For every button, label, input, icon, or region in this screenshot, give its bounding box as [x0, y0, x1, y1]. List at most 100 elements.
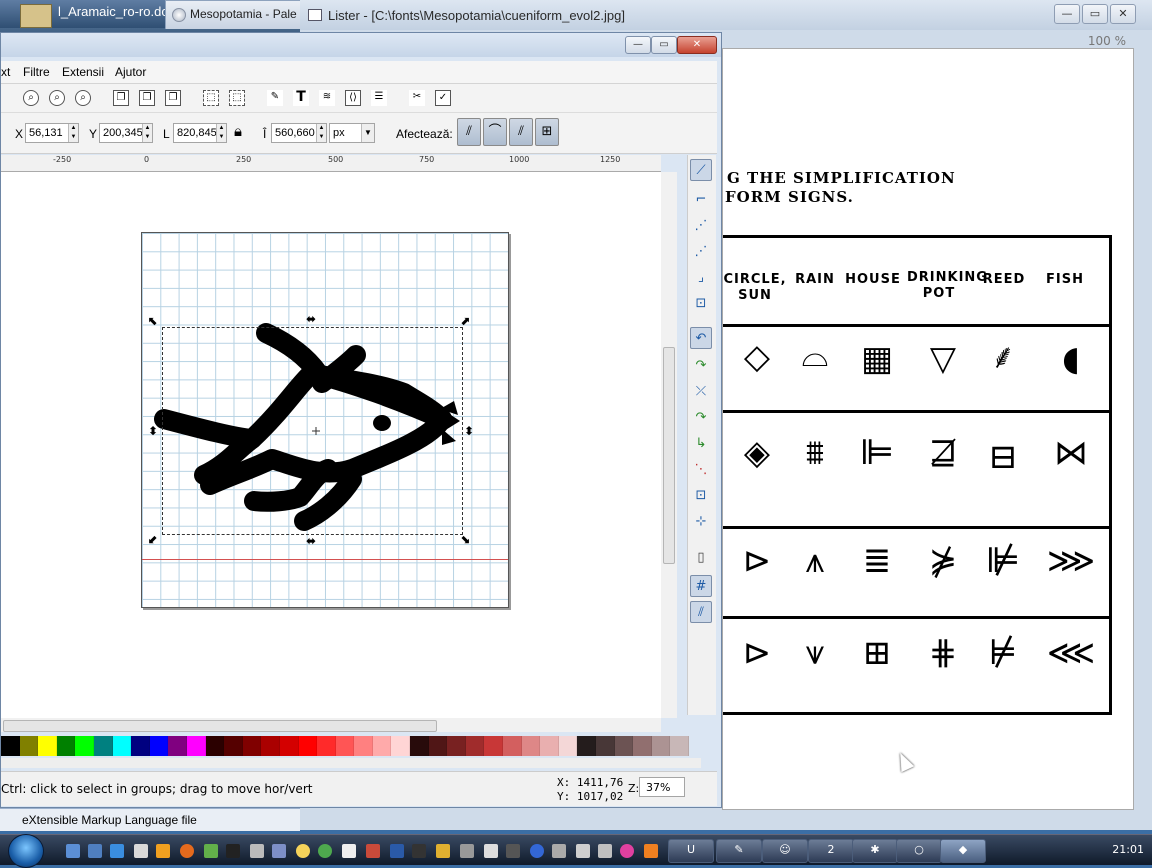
spin-arrows-icon[interactable]: ▲ ▼ [316, 124, 326, 142]
color-swatch[interactable] [596, 736, 615, 756]
taskbar-button[interactable]: U [668, 839, 714, 863]
save-icon[interactable] [134, 844, 148, 858]
color-swatch[interactable] [651, 736, 671, 756]
app-icon[interactable] [460, 844, 474, 858]
show-desktop-icon[interactable] [66, 844, 80, 858]
snap-grid-icon[interactable]: # [690, 575, 712, 597]
palette-scrollbar[interactable] [1, 758, 701, 768]
snap-paths-icon[interactable]: ↷ [690, 355, 712, 377]
zoom-selection-icon[interactable]: ⌕ [23, 90, 39, 106]
align-distribute-icon[interactable]: ☰ [371, 90, 387, 106]
vertical-scrollbar[interactable] [661, 172, 677, 718]
x-input[interactable]: 56,131 ▲ ▼ [25, 123, 79, 143]
color-swatch[interactable] [75, 736, 94, 756]
php-icon[interactable] [272, 844, 286, 858]
y-input[interactable]: 200,345 ▲ ▼ [99, 123, 153, 143]
clone-icon[interactable]: ❐ [139, 90, 155, 106]
app-icon[interactable] [576, 844, 590, 858]
explorer-icon[interactable] [88, 844, 102, 858]
affect-gradients-button[interactable]: ⫽ [509, 118, 533, 146]
resize-handle-icon[interactable]: ⬍ [464, 425, 474, 437]
snap-guides-icon[interactable]: ⫽ [690, 601, 712, 623]
drawing-canvas[interactable]: ⬉ ⬌ ⬈ ⬍ ⬍ ⬋ ⬌ ⬊ [1, 172, 661, 718]
color-swatch[interactable] [484, 736, 504, 756]
height-input[interactable]: 560,660 ▲ ▼ [271, 123, 327, 143]
horizontal-scrollbar[interactable] [1, 718, 661, 732]
minimize-button[interactable]: — [625, 36, 651, 54]
color-swatch[interactable] [93, 736, 113, 756]
color-swatch[interactable] [633, 736, 652, 756]
menu-filters[interactable]: Filtre [23, 65, 50, 79]
snap-nodes-icon[interactable]: ↶ [690, 327, 712, 349]
ie-icon[interactable] [110, 844, 124, 858]
snap-midpoints-icon[interactable]: ⋱ [690, 459, 712, 481]
color-swatch[interactable] [614, 736, 634, 756]
color-swatch[interactable] [577, 736, 596, 756]
color-swatch[interactable] [372, 736, 392, 756]
taskbar-button[interactable]: ✎ [716, 839, 762, 863]
color-swatch[interactable] [298, 736, 318, 756]
taskbar-button-active[interactable]: ◆ [940, 839, 986, 863]
lock-icon[interactable]: 🔒︎ [234, 123, 242, 140]
color-swatch[interactable] [168, 736, 187, 756]
app-icon[interactable] [484, 844, 498, 858]
layers-icon[interactable]: ≋ [319, 90, 335, 106]
color-swatch[interactable] [391, 736, 411, 756]
spin-arrows-icon[interactable]: ▲ ▼ [216, 124, 226, 142]
zoom-page-icon[interactable]: ⌕ [75, 90, 91, 106]
word-window-taskbutton[interactable]: l_Aramaic_ro-ro.do [0, 0, 169, 28]
color-swatch[interactable] [503, 736, 522, 756]
duplicate-icon[interactable]: ❐ [113, 90, 129, 106]
keyboard-icon[interactable] [250, 844, 264, 858]
color-swatch[interactable] [428, 736, 448, 756]
app-icon[interactable] [436, 844, 450, 858]
inkscape-titlebar[interactable]: — ▭ ✕ [1, 33, 721, 57]
taskbar-button[interactable]: ☺ [762, 839, 808, 863]
group-icon[interactable]: ⬚ [203, 90, 219, 106]
preferences-icon[interactable]: ✂ [409, 90, 425, 106]
color-swatch[interactable] [279, 736, 299, 756]
color-swatch[interactable] [242, 736, 262, 756]
color-swatch[interactable] [205, 736, 225, 756]
app-icon[interactable] [552, 844, 566, 858]
close-button[interactable]: ✕ [1110, 4, 1136, 24]
maximize-button[interactable]: ▭ [651, 36, 677, 54]
affect-patterns-button[interactable]: ⊞ [535, 118, 559, 146]
app-icon[interactable] [342, 844, 356, 858]
fill-stroke-icon[interactable]: ✎ [267, 90, 283, 106]
resize-handle-icon[interactable]: ⬉ [148, 315, 158, 327]
text-font-icon[interactable]: T [293, 90, 309, 106]
affect-stroke-button[interactable]: ⫽ [457, 118, 481, 146]
app-icon[interactable] [366, 844, 380, 858]
cmd-icon[interactable] [226, 844, 240, 858]
disc-icon[interactable] [296, 844, 310, 858]
affect-corners-button[interactable]: ⌒ [483, 118, 507, 146]
ungroup-icon[interactable]: ⬚ [229, 90, 245, 106]
color-swatch[interactable] [335, 736, 355, 756]
snap-bbox-edges-icon[interactable]: ⋰ [690, 215, 712, 237]
app-icon[interactable] [620, 844, 634, 858]
xml-editor-icon[interactable]: ⟨⟩ [345, 90, 361, 106]
menu-extensions[interactable]: Extensii [62, 65, 104, 79]
color-swatch[interactable] [317, 736, 336, 756]
vlc-icon[interactable] [644, 844, 658, 858]
lister-titlebar[interactable]: Lister - [C:\fonts\Mesopotamia\cueniform… [300, 0, 1152, 30]
color-swatch[interactable] [670, 736, 689, 756]
color-swatch[interactable] [131, 736, 150, 756]
color-swatch[interactable] [447, 736, 466, 756]
color-swatch[interactable] [38, 736, 57, 756]
horizontal-scroll-thumb[interactable] [3, 720, 437, 732]
zoom-field[interactable]: 37% [639, 777, 685, 797]
snap-object-centers-icon[interactable]: ⊡ [690, 485, 712, 507]
media-icon[interactable] [156, 844, 170, 858]
snap-page-border-icon[interactable]: ▯ [690, 547, 712, 569]
inkscape-quicklaunch-icon[interactable] [412, 844, 426, 858]
spin-arrows-icon[interactable]: ▲ ▼ [68, 124, 78, 142]
spin-arrows-icon[interactable]: ▲ ▼ [142, 124, 152, 142]
snap-intersections-icon[interactable]: ⤫ [690, 381, 712, 403]
resize-handle-icon[interactable]: ⬋ [148, 533, 158, 545]
close-button[interactable]: ✕ [677, 36, 717, 54]
app-icon[interactable] [530, 844, 544, 858]
snap-bbox-centers-icon[interactable]: ⊡ [690, 293, 712, 315]
color-swatch[interactable] [56, 736, 76, 756]
